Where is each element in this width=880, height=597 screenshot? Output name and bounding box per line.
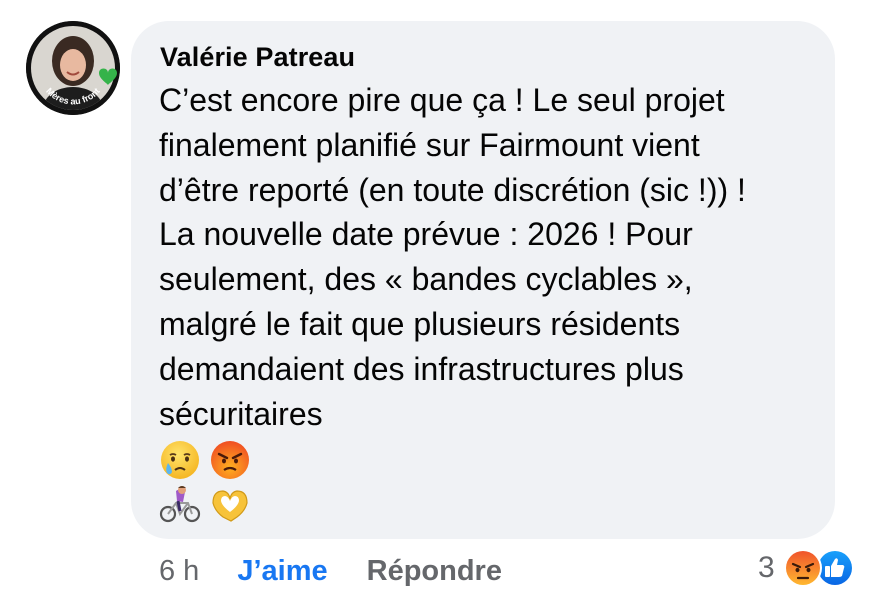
crying-face-icon <box>161 441 199 479</box>
comment-text-line: C’est encore pire que ça ! Le seul proje… <box>159 82 725 118</box>
woman-biking-icon <box>159 486 201 523</box>
reaction-icons <box>783 548 855 588</box>
reactions-summary[interactable]: 3 <box>758 547 855 589</box>
comment-text-line: d’être reporté (en toute discrétion (sic… <box>159 171 746 208</box>
comment-text-line: malgré le fait que plusieurs résidents <box>159 305 681 342</box>
comment-text-line: seulement, des « bandes cyclables », <box>159 261 693 298</box>
reply-button[interactable]: Répondre <box>367 555 502 588</box>
comment-bubble: Valérie Patreau C’est encore pire que ça… <box>131 21 835 539</box>
comment-text-line: finalement planifié sur Fairmount vient <box>159 126 700 163</box>
comment-actions: 6 h J’aime Répondre <box>159 552 502 590</box>
like-button[interactable]: J’aime <box>237 555 327 588</box>
heart-hands-icon <box>212 490 248 522</box>
emoji-row <box>159 483 251 525</box>
comment-author[interactable]: Valérie Patreau <box>160 42 355 73</box>
comment-text-line: sécuritaires <box>159 395 323 432</box>
comment-text: C’est encore pire que ça ! Le seul proje… <box>159 78 829 436</box>
reaction-count: 3 <box>758 551 775 584</box>
comment-text-line: La nouvelle date prévue : 2026 ! Pour <box>159 216 693 253</box>
comment-timestamp[interactable]: 6 h <box>159 555 199 588</box>
avatar-photo: Mères au front <box>26 21 120 115</box>
angry-reaction-icon <box>783 549 822 587</box>
comment-text-line: demandaient des infrastructures plus <box>159 350 684 387</box>
avatar[interactable]: Mères au front <box>26 21 120 115</box>
angry-face-icon <box>211 441 249 479</box>
emoji-row <box>159 439 251 481</box>
